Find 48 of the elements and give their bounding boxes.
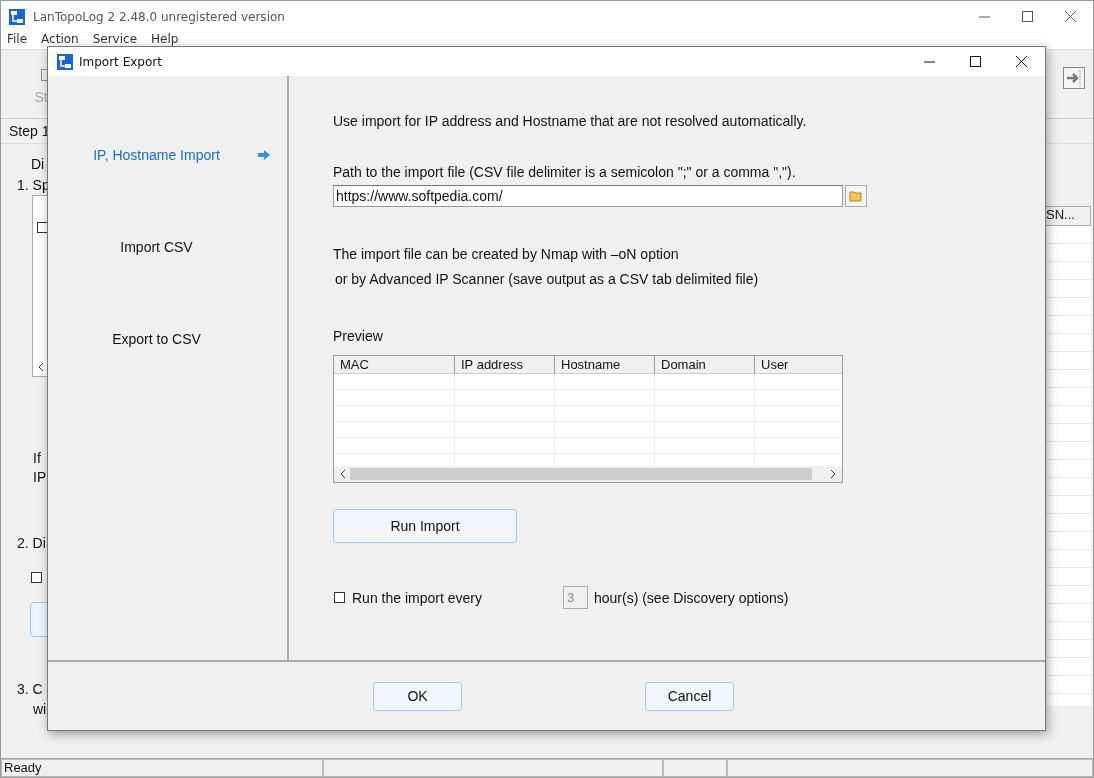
hours-suffix: hour(s) (see Discovery options) xyxy=(593,589,789,606)
scroll-right-icon[interactable] xyxy=(830,469,836,479)
maximize-icon[interactable] xyxy=(1022,11,1033,22)
maximize-icon[interactable] xyxy=(970,56,981,67)
status-text: Ready xyxy=(1,759,323,777)
menu-item[interactable]: Service xyxy=(92,32,138,49)
column-header[interactable]: User xyxy=(755,356,842,374)
dialog-button[interactable]: Cancel xyxy=(645,681,734,711)
column-header[interactable]: IP address xyxy=(455,356,555,374)
column-header[interactable]: Domain xyxy=(655,356,755,374)
section-text: Di xyxy=(31,156,45,172)
folder-icon xyxy=(849,190,863,202)
note-text: If xyxy=(33,449,41,468)
checkbox[interactable] xyxy=(31,572,42,583)
menu-item[interactable]: Action xyxy=(41,32,79,49)
column-header[interactable]: Hostname xyxy=(555,356,655,374)
dialog-button[interactable]: OK xyxy=(373,681,462,711)
window-title: LanTopoLog 2 2.48.0 unregistered version xyxy=(33,9,285,24)
app-icon xyxy=(57,53,73,70)
path-label: Path to the import file (CSV file delimiter is a semicolon ";" or a comma ","). xyxy=(333,164,796,180)
table-header: SN... xyxy=(1043,206,1091,226)
scroll-left-icon[interactable] xyxy=(38,362,44,372)
help-text: The import file can be created by Nmap with –oN option xyxy=(333,246,679,262)
nav-item[interactable]: Export to CSV xyxy=(112,329,201,349)
nav-item[interactable]: IP, Hostname Import xyxy=(93,145,220,165)
close-icon[interactable] xyxy=(1016,56,1027,67)
app-icon xyxy=(9,8,25,25)
checkbox-label: Run the import every xyxy=(352,589,482,606)
minimize-icon[interactable] xyxy=(924,60,935,63)
preview-label: Preview xyxy=(333,328,383,344)
dialog-title: Import Export xyxy=(79,54,162,69)
menu-item[interactable]: File xyxy=(7,32,28,49)
intro-text: Use import for IP address and Hostname that are not resolved automatically. xyxy=(333,113,807,129)
close-icon[interactable] xyxy=(1065,11,1076,22)
checkbox[interactable] xyxy=(37,222,48,233)
scroll-left-icon[interactable] xyxy=(340,469,346,479)
horizontal-scrollbar[interactable] xyxy=(334,466,842,482)
column-header[interactable]: MAC xyxy=(334,356,455,374)
help-text: or by Advanced IP Scanner (save output as a CSV tab delimited file) xyxy=(335,271,759,287)
nav-item[interactable]: Import CSV xyxy=(120,237,193,257)
step-item: wi xyxy=(33,700,47,719)
path-field[interactable]: https://www.softpedia.com/ xyxy=(333,185,843,207)
note-text: IP xyxy=(33,468,47,487)
arrow-right-icon xyxy=(257,150,270,160)
step-item: 2. Di xyxy=(17,535,46,551)
run-import-button[interactable]: Run Import xyxy=(333,509,517,543)
step-item: 3. C xyxy=(17,680,43,699)
menu-item[interactable]: Help xyxy=(151,32,179,49)
